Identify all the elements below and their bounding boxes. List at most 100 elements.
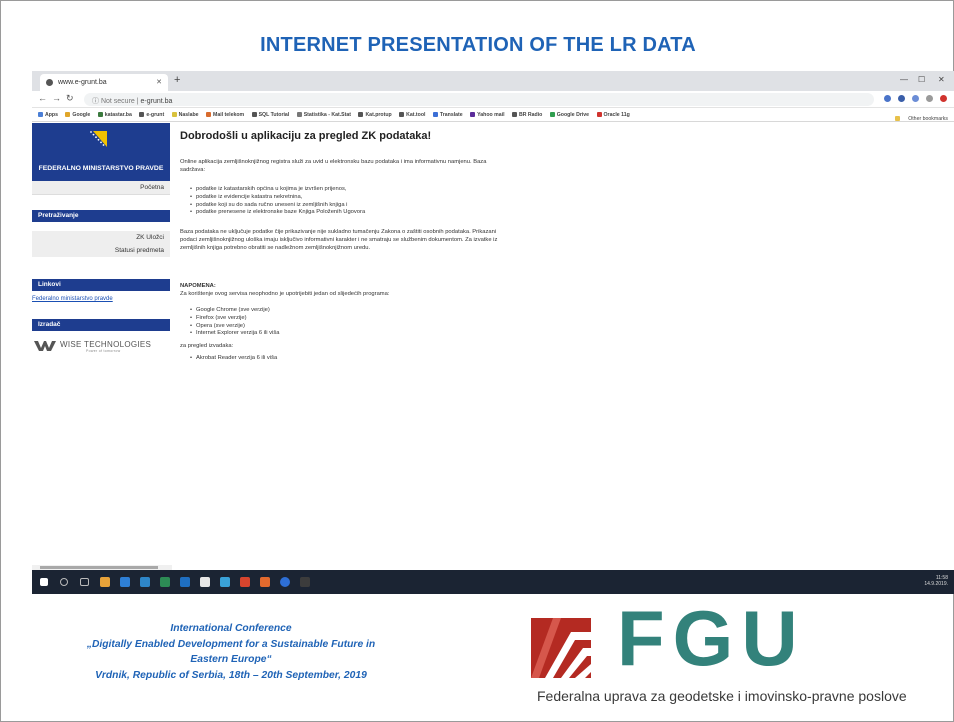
list-item: Google Chrome (sve verzije) xyxy=(190,307,520,315)
apps-icon xyxy=(38,112,43,117)
disclaimer-text: Baza podataka ne uključuje podatke čije … xyxy=(180,229,498,251)
maker-name: WISE TECHNOLOGIES Power of tomorrow xyxy=(60,340,152,353)
flag-icon xyxy=(88,131,110,151)
tab-bar: www.e-grunt.ba ✕ + — ☐ ✕ xyxy=(32,71,954,91)
menu-item-zk-ulozci[interactable]: ZK Uložci xyxy=(32,231,170,244)
bookmark-item[interactable]: Statistika - Kat.Stat xyxy=(296,112,351,118)
menu-item-statusi-predmeta[interactable]: Statusi predmeta xyxy=(32,244,170,257)
list-item: podatke koji su do sada ručno uneseni iz… xyxy=(190,202,520,210)
bookmark-item[interactable]: katastar.ba xyxy=(97,112,132,118)
close-window-icon[interactable]: ✕ xyxy=(938,75,945,84)
drive-icon xyxy=(549,112,555,117)
profile-avatar[interactable] xyxy=(940,95,947,102)
bookmark-item[interactable]: e-grunt xyxy=(139,112,164,118)
app-icon[interactable] xyxy=(260,577,270,587)
fgu-tagline: Federalna uprava za geodetske i imovinsk… xyxy=(537,688,907,704)
task-view-icon[interactable] xyxy=(80,578,89,586)
links-section-title: Linkovi xyxy=(32,279,170,291)
bookmark-icon xyxy=(97,112,103,117)
bookmark-item[interactable]: Mail telekom xyxy=(206,112,244,118)
bookmark-item[interactable]: SQL Tutorial xyxy=(251,112,289,118)
scrollbar-thumb[interactable] xyxy=(40,566,158,569)
web-page: FEDERALNO MINISTARSTVO PRAVDE Početna Pr… xyxy=(32,123,954,569)
system-tray: 11:58 14.9.2019. xyxy=(924,575,948,587)
globe-icon xyxy=(399,112,405,117)
fgu-logo-icon xyxy=(531,618,591,678)
bookmark-item[interactable]: Google Drive xyxy=(549,112,589,118)
conference-line: International Conference xyxy=(170,623,292,634)
app-icon[interactable] xyxy=(160,577,170,587)
viewer-text: za pregled izvadaka: xyxy=(180,343,234,349)
viewer-list: Akrobat Reader verzija 6 ili viša xyxy=(190,355,520,363)
list-item: Internet Explorer verzija 6 ili viša xyxy=(190,330,520,338)
home-link[interactable]: Početna xyxy=(32,181,170,195)
google-icon xyxy=(65,112,71,117)
address-bar-row: ← → ↻ ⓘ Not secure | e-grunt.ba xyxy=(32,91,954,108)
windows-start-icon[interactable] xyxy=(40,578,48,586)
folder-icon xyxy=(895,116,901,121)
app-icon[interactable] xyxy=(300,577,310,587)
oracle-icon xyxy=(596,112,602,117)
mail-icon xyxy=(206,112,211,117)
info-icon: ⓘ xyxy=(92,98,101,105)
list-item: Opera (sve verzije) xyxy=(190,323,520,331)
conference-line: Vrdnik, Republic of Serbia, 18th – 20th … xyxy=(95,669,367,681)
bookmark-item[interactable]: Kat.protup xyxy=(358,112,392,118)
search-icon[interactable] xyxy=(60,578,68,586)
new-tab-button[interactable]: + xyxy=(174,74,180,86)
maximize-icon[interactable]: ☐ xyxy=(918,75,925,84)
minimize-icon[interactable]: — xyxy=(900,75,908,84)
globe-icon xyxy=(358,112,364,117)
page-title: Dobrodošli u aplikaciju za pregled ZK po… xyxy=(180,130,432,142)
app-icon[interactable] xyxy=(240,577,250,587)
tray-date: 14.9.2019. xyxy=(924,581,948,587)
browser-list: Google Chrome (sve verzije) Firefox (sve… xyxy=(190,307,520,338)
bookmark-item[interactable]: Apps xyxy=(38,112,58,118)
star-icon[interactable] xyxy=(884,95,891,102)
content-list: podatke iz katastarskih općina u kojima … xyxy=(190,186,520,217)
note-heading: NAPOMENA: xyxy=(180,283,216,289)
address-input[interactable]: ⓘ Not secure | e-grunt.ba xyxy=(84,93,874,106)
bookmark-icon xyxy=(296,112,302,117)
bookmark-item[interactable]: Google xyxy=(65,112,90,118)
ministry-link[interactable]: Federalno ministarstvo pravde xyxy=(32,296,113,302)
bookmark-item[interactable]: Kat.tool xyxy=(399,112,425,118)
conference-line: Eastern Europe“ xyxy=(190,654,272,665)
extension-icon[interactable] xyxy=(926,95,933,102)
bookmark-item[interactable]: Naslabe xyxy=(171,112,199,118)
bookmark-item[interactable]: Translate xyxy=(432,112,463,118)
translate-icon xyxy=(432,112,438,117)
list-item: podatke iz katastarskih općina u kojima … xyxy=(190,186,520,194)
app-icon[interactable] xyxy=(200,577,210,587)
bookmark-item[interactable]: Oracle 11g xyxy=(596,112,630,118)
other-bookmarks[interactable]: Other bookmarks xyxy=(895,112,948,121)
bookmark-icon xyxy=(171,112,177,117)
app-icon[interactable] xyxy=(140,577,150,587)
app-icon[interactable] xyxy=(100,577,110,587)
sidebar: FEDERALNO MINISTARSTVO PRAVDE Početna Pr… xyxy=(32,123,170,569)
url-text: e-grunt.ba xyxy=(140,98,173,105)
globe-icon xyxy=(511,112,517,117)
globe-icon xyxy=(139,112,145,117)
search-menu: ZK Uložci Statusi predmeta xyxy=(32,231,170,257)
app-icon[interactable] xyxy=(180,577,190,587)
app-icon[interactable] xyxy=(120,577,130,587)
list-item: Firefox (sve verzije) xyxy=(190,315,520,323)
tab-title: www.e-grunt.ba xyxy=(58,79,107,86)
extension-icon[interactable] xyxy=(912,95,919,102)
conference-info: International Conference „Digitally Enab… xyxy=(31,621,431,683)
app-icon[interactable] xyxy=(280,577,290,587)
not-secure-label: Not secure xyxy=(100,98,135,105)
browser-tab[interactable]: www.e-grunt.ba ✕ xyxy=(40,74,168,91)
intro-text: Online aplikacija zemljišnoknjižnog regi… xyxy=(180,159,487,173)
ministry-name: FEDERALNO MINISTARSTVO PRAVDE xyxy=(38,165,164,172)
back-icon[interactable]: ← xyxy=(38,93,47,103)
reload-icon[interactable]: ↻ xyxy=(66,93,74,104)
list-item: podatke iz evidencije katastra nekretnin… xyxy=(190,194,520,202)
bookmark-item[interactable]: BR Radio xyxy=(511,112,542,118)
close-icon[interactable]: ✕ xyxy=(156,78,162,86)
bookmark-item[interactable]: Yahoo mail xyxy=(470,112,505,118)
app-icon[interactable] xyxy=(220,577,230,587)
forward-icon[interactable]: → xyxy=(52,93,61,103)
extension-icon[interactable] xyxy=(898,95,905,102)
